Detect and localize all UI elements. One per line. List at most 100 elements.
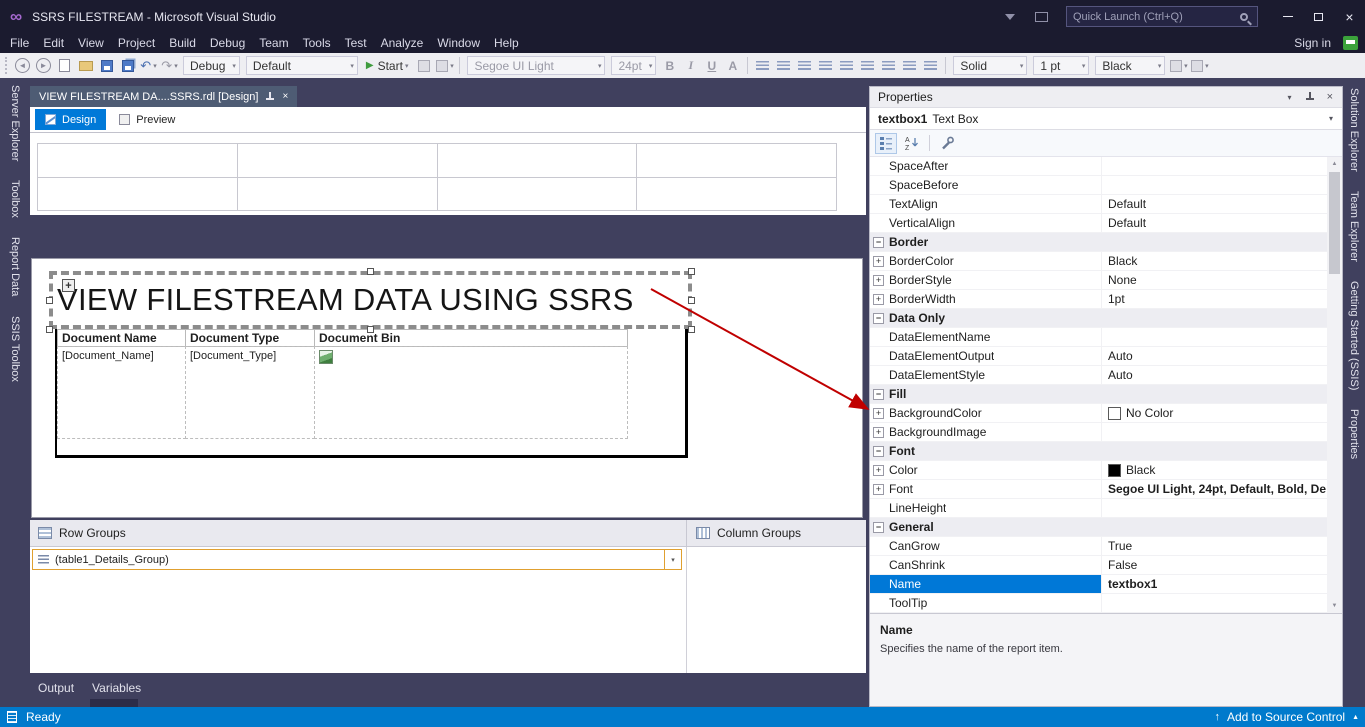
pin-icon[interactable] <box>1305 92 1314 102</box>
bottom-tab-output[interactable]: Output <box>38 681 74 707</box>
property-row-cangrow[interactable]: CanGrowTrue <box>870 537 1327 556</box>
scroll-down-icon[interactable]: ▼ <box>1327 599 1342 613</box>
italic-button[interactable]: I <box>681 55 700 76</box>
scroll-up-icon[interactable]: ▲ <box>1327 157 1342 171</box>
table-header-document-type[interactable]: Document Type <box>185 329 315 347</box>
design-grid-cell[interactable] <box>38 178 237 211</box>
property-row-spacebefore[interactable]: SpaceBefore <box>870 176 1327 195</box>
font-size-combo[interactable]: 24pt▾ <box>611 56 656 75</box>
menu-item-team[interactable]: Team <box>252 34 295 52</box>
sign-in-link[interactable]: Sign in <box>1294 36 1331 50</box>
property-row-tooltip[interactable]: ToolTip <box>870 594 1327 613</box>
align-left-icon[interactable] <box>753 55 772 76</box>
collapse-icon[interactable]: − <box>873 237 884 248</box>
property-row-font[interactable]: −Font <box>870 442 1327 461</box>
property-row-font[interactable]: +FontSegoe UI Light, 24pt, Default, Bold… <box>870 480 1327 499</box>
property-row-color[interactable]: +ColorBlack <box>870 461 1327 480</box>
collapse-icon[interactable]: − <box>873 313 884 324</box>
menu-item-edit[interactable]: Edit <box>36 34 71 52</box>
property-row-general[interactable]: −General <box>870 518 1327 537</box>
save-all-icon[interactable] <box>118 55 137 76</box>
chevron-down-icon[interactable]: ▾ <box>1288 93 1292 102</box>
close-button[interactable]: × <box>1334 0 1365 33</box>
right-tab-solution-explorer[interactable]: Solution Explorer <box>1348 88 1360 172</box>
border-style-combo[interactable]: Solid▾ <box>953 56 1027 75</box>
feedback-icon[interactable] <box>1343 36 1358 50</box>
right-tab-getting-started-ssis[interactable]: Getting Started (SSIS) <box>1348 281 1360 390</box>
preview-tab[interactable]: Preview <box>109 109 185 130</box>
property-row-lineheight[interactable]: LineHeight <box>870 499 1327 518</box>
debug-target-combo[interactable]: Debug▾ <box>183 56 240 75</box>
save-icon[interactable] <box>97 55 116 76</box>
collapse-icon[interactable]: − <box>873 446 884 457</box>
borders-icon[interactable]: ▾ <box>1169 55 1188 76</box>
navigate-back-icon[interactable]: ◄ <box>13 55 32 76</box>
left-tab-report-data[interactable]: Report Data <box>9 237 21 296</box>
navigate-forward-icon[interactable]: ► <box>34 55 53 76</box>
number-list-icon[interactable] <box>879 55 898 76</box>
property-row-border[interactable]: −Border <box>870 233 1327 252</box>
window-layout-icon[interactable] <box>1035 12 1048 22</box>
design-grid-cell[interactable] <box>637 178 836 211</box>
property-row-dataelementstyle[interactable]: DataElementStyleAuto <box>870 366 1327 385</box>
design-grid-cell[interactable] <box>438 144 637 177</box>
menu-item-debug[interactable]: Debug <box>203 34 252 52</box>
expand-icon[interactable]: + <box>873 484 884 495</box>
underline-button[interactable]: U <box>702 55 721 76</box>
design-tab[interactable]: Design <box>35 109 106 130</box>
design-grid-cell[interactable] <box>238 144 437 177</box>
resize-handle[interactable] <box>367 326 374 333</box>
properties-scrollbar[interactable]: ▲ ▼ <box>1327 157 1342 613</box>
left-tab-toolbox[interactable]: Toolbox <box>9 180 21 218</box>
menu-item-view[interactable]: View <box>71 34 111 52</box>
property-row-dataelementoutput[interactable]: DataElementOutputAuto <box>870 347 1327 366</box>
misc-tool-icon-2[interactable]: ▾ <box>435 55 454 76</box>
bullet-list-icon[interactable] <box>858 55 877 76</box>
right-tab-properties[interactable]: Properties <box>1348 409 1360 459</box>
resize-handle[interactable] <box>688 268 695 275</box>
design-surface[interactable]: VIEW FILESTREAM DATA USING SSRS + Docume… <box>31 258 863 518</box>
filter-icon[interactable] <box>1005 14 1015 20</box>
open-file-icon[interactable] <box>76 55 95 76</box>
menu-item-file[interactable]: File <box>3 34 36 52</box>
design-grid-cell[interactable] <box>637 144 836 177</box>
expand-icon[interactable]: + <box>873 465 884 476</box>
row-group-item[interactable]: (table1_Details_Group) ▾ <box>32 549 682 570</box>
categorized-view-icon[interactable] <box>875 133 897 154</box>
menu-item-build[interactable]: Build <box>162 34 203 52</box>
menu-item-project[interactable]: Project <box>111 34 162 52</box>
expand-icon[interactable]: + <box>873 408 884 419</box>
property-pages-wrench-icon[interactable] <box>936 133 958 154</box>
scrollbar-thumb[interactable] <box>1329 172 1340 274</box>
alphabetical-sort-icon[interactable]: AZ <box>901 133 923 154</box>
valign-top-icon[interactable] <box>816 55 835 76</box>
property-row-verticalalign[interactable]: VerticalAlignDefault <box>870 214 1327 233</box>
property-row-textalign[interactable]: TextAlignDefault <box>870 195 1327 214</box>
left-tab-ssis-toolbox[interactable]: SSIS Toolbox <box>9 316 21 382</box>
property-row-borderstyle[interactable]: +BorderStyleNone <box>870 271 1327 290</box>
valign-middle-icon[interactable] <box>837 55 856 76</box>
border-width-combo[interactable]: 1 pt▾ <box>1033 56 1089 75</box>
design-grid-cell[interactable] <box>38 144 237 177</box>
table-header-document-bin[interactable]: Document Bin <box>314 329 628 347</box>
add-to-source-control-button[interactable]: ↑ Add to Source Control ▲ <box>1214 710 1359 724</box>
close-icon[interactable]: × <box>1327 91 1333 103</box>
resize-handle[interactable] <box>367 268 374 275</box>
table-cell-document-name[interactable]: [Document_Name] <box>57 346 186 439</box>
pin-icon[interactable] <box>266 92 274 102</box>
minimize-button[interactable] <box>1272 0 1303 33</box>
resize-handle[interactable] <box>688 297 695 304</box>
align-center-icon[interactable] <box>774 55 793 76</box>
undo-icon[interactable]: ↶▾ <box>139 55 158 76</box>
property-row-fill[interactable]: −Fill <box>870 385 1327 404</box>
configuration-combo[interactable]: Default▾ <box>246 56 358 75</box>
property-row-backgroundcolor[interactable]: +BackgroundColorNo Color <box>870 404 1327 423</box>
expand-icon[interactable]: + <box>873 256 884 267</box>
menu-item-tools[interactable]: Tools <box>296 34 338 52</box>
property-row-bordercolor[interactable]: +BorderColorBlack <box>870 252 1327 271</box>
collapse-icon[interactable]: − <box>873 389 884 400</box>
menu-item-help[interactable]: Help <box>487 34 526 52</box>
menu-item-analyze[interactable]: Analyze <box>374 34 431 52</box>
expand-icon[interactable]: + <box>873 294 884 305</box>
indent-icon[interactable] <box>921 55 940 76</box>
